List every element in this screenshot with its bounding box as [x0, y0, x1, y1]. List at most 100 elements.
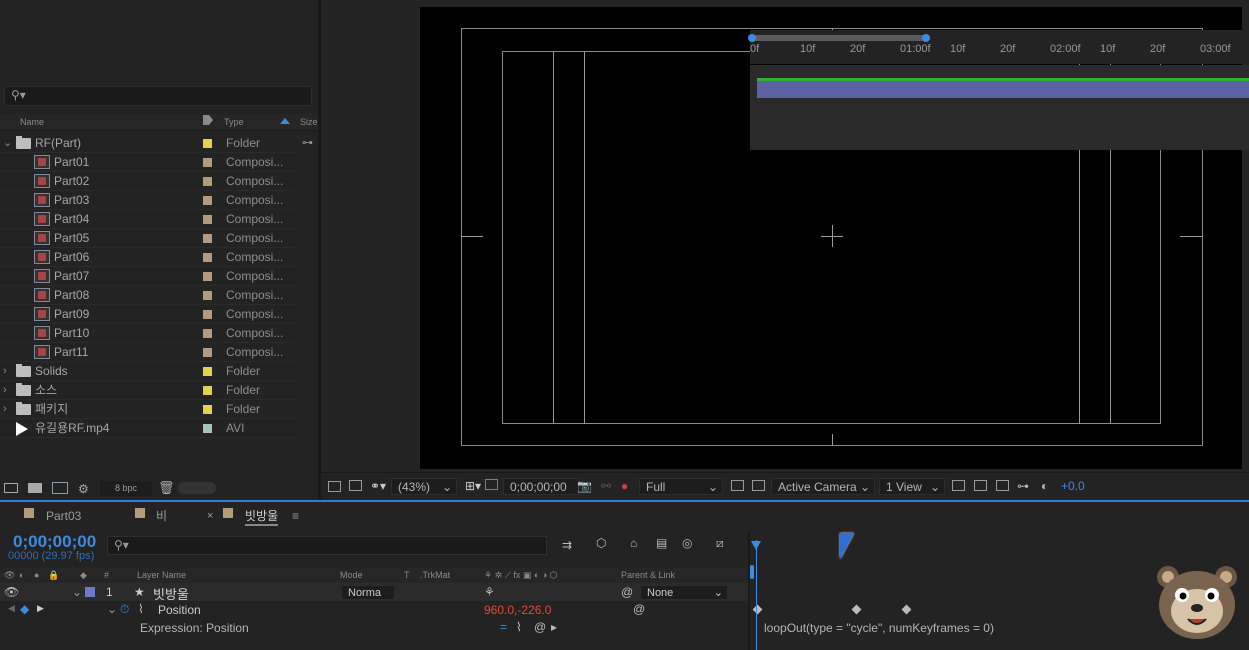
expand-chevron-icon[interactable]: ⌄ — [72, 585, 82, 599]
tab-part03[interactable]: Part03 — [46, 506, 81, 526]
chevron-right-icon[interactable]: › — [3, 400, 7, 419]
chevron-right-icon[interactable]: › — [3, 381, 7, 400]
project-item[interactable]: Part02 Composi... — [0, 172, 298, 191]
column-trkmat[interactable]: .TrkMat — [420, 567, 450, 583]
show-snapshot-icon[interactable]: ⚯ — [601, 478, 611, 495]
thumbnail-slider[interactable] — [178, 482, 216, 494]
label-tag-icon[interactable]: ◆ — [80, 567, 87, 583]
graph-icon[interactable]: ⌇ — [138, 602, 144, 616]
lock-icon[interactable]: 🔒 — [48, 567, 59, 583]
timeline-icon[interactable] — [996, 480, 1009, 491]
eye-icon[interactable]: 👁 — [4, 567, 15, 583]
fast-previews-icon[interactable] — [731, 480, 744, 491]
layer-row[interactable]: 👁 ⌄ 1 ★ 빗방울 Norma ⚘ @ None ⌄ — [0, 583, 748, 602]
project-item[interactable]: 유길용RF.mp4 AVI — [0, 419, 298, 438]
project-item[interactable]: › 소스 Folder — [0, 381, 298, 400]
label-color-swatch[interactable] — [203, 158, 212, 167]
interpret-footage-icon[interactable] — [4, 483, 18, 493]
fast-draft-icon[interactable] — [974, 480, 987, 491]
solo-icon[interactable]: ● — [34, 567, 39, 583]
monitor-icon[interactable] — [349, 480, 362, 491]
label-color-swatch[interactable] — [203, 253, 212, 262]
project-item[interactable]: Part11 Composi... — [0, 343, 298, 362]
tag-icon[interactable] — [203, 115, 213, 125]
column-layer-name[interactable]: Layer Name — [137, 567, 186, 583]
label-color-swatch[interactable] — [203, 234, 212, 243]
project-item[interactable]: Part06 Composi... — [0, 248, 298, 267]
project-item[interactable]: ⌄ RF(Part) Folder — [0, 134, 298, 153]
mask-icon[interactable]: ⚭▾ — [370, 478, 386, 495]
label-color-swatch[interactable] — [203, 386, 212, 395]
motion-blur-icon[interactable]: ◎ — [682, 536, 692, 550]
stopwatch-icon[interactable]: ⏱ — [120, 602, 129, 617]
timeline-split[interactable] — [748, 532, 750, 650]
project-search-input[interactable]: ⚲▾ — [4, 86, 312, 106]
project-item[interactable]: Part08 Composi... — [0, 286, 298, 305]
label-color-swatch[interactable] — [203, 310, 212, 319]
frame-blending-icon[interactable]: ▤ — [656, 536, 667, 550]
label-color-swatch[interactable] — [203, 177, 212, 186]
timeline-search-input[interactable]: ⚲▾ — [107, 536, 547, 555]
project-item[interactable]: Part10 Composi... — [0, 324, 298, 343]
in-marker[interactable] — [750, 565, 754, 579]
collapse-switch-icon[interactable]: ⚘ — [484, 585, 495, 599]
label-color-swatch[interactable] — [203, 139, 212, 148]
label-color-swatch[interactable] — [203, 424, 212, 433]
tab-rain[interactable]: 비 — [156, 506, 167, 526]
label-color-swatch[interactable] — [203, 348, 212, 357]
parent-pickwhip-icon[interactable]: @ — [621, 585, 633, 599]
timeline-timecode[interactable]: 0;00;00;00 — [13, 532, 96, 552]
parent-dropdown[interactable]: None ⌄ — [640, 585, 728, 600]
playhead-handle[interactable] — [751, 541, 761, 550]
hide-shy-layers-icon[interactable]: ⌂ — [630, 536, 637, 550]
bpc-button[interactable]: 8 bpc — [100, 481, 152, 496]
new-composition-icon[interactable] — [52, 482, 68, 494]
work-area-bar[interactable] — [748, 34, 930, 42]
label-color-swatch[interactable] — [203, 291, 212, 300]
prev-keyframe-icon[interactable]: ◀ — [8, 603, 15, 614]
project-item[interactable]: Part01 Composi... — [0, 153, 298, 172]
next-keyframe-icon[interactable]: ▶ — [37, 603, 44, 614]
blend-mode-dropdown[interactable]: Norma — [341, 585, 395, 600]
label-color-swatch[interactable] — [203, 272, 212, 281]
column-name[interactable]: Name — [20, 117, 44, 127]
region-of-interest-icon[interactable] — [485, 479, 498, 490]
chevron-right-icon[interactable]: › — [3, 362, 7, 381]
tab-menu-icon[interactable]: ≡ — [292, 506, 299, 526]
expression-enable-icon[interactable]: = — [500, 620, 507, 634]
reset-exposure-icon[interactable]: ◐ — [1041, 478, 1048, 495]
playhead[interactable] — [756, 540, 757, 650]
channel-icon[interactable]: ● — [621, 478, 628, 495]
expand-chevron-icon[interactable]: ⌄ — [107, 602, 117, 616]
expression-graph-icon[interactable]: ⌇ — [516, 620, 522, 634]
expression-code[interactable]: loopOut(type = "cycle", numKeyframes = 0… — [764, 621, 994, 635]
composition-mini-flowchart-icon[interactable]: ⇉ — [562, 538, 572, 552]
label-color-swatch[interactable] — [203, 196, 212, 205]
expression-language-menu-icon[interactable]: ▸ — [551, 620, 557, 634]
graph-editor-icon[interactable]: ⧄ — [716, 536, 724, 551]
sort-ascending-icon[interactable] — [280, 118, 290, 124]
label-color-swatch[interactable] — [203, 367, 212, 376]
flowchart-icon[interactable]: ⊶ — [1017, 478, 1029, 495]
snapshot-icon[interactable]: 📷 — [577, 478, 592, 495]
project-item[interactable]: Part04 Composi... — [0, 210, 298, 229]
close-tab-icon[interactable]: × — [207, 506, 213, 526]
transparency-grid-icon[interactable] — [752, 480, 765, 491]
label-color-swatch[interactable] — [203, 329, 212, 338]
layer-label-color[interactable] — [85, 587, 95, 597]
project-item[interactable]: › 패키지 Folder — [0, 400, 298, 419]
camera-dropdown[interactable]: Active Camera ⌄ — [771, 478, 875, 495]
label-color-swatch[interactable] — [203, 215, 212, 224]
current-time-field[interactable]: 0;00;00;00 — [503, 478, 579, 495]
column-type[interactable]: Type — [224, 117, 244, 127]
keyframe-indicator-icon[interactable]: ◆ — [20, 602, 29, 616]
view-layout-dropdown[interactable]: 1 View ⌄ — [879, 478, 945, 495]
zoom-dropdown[interactable]: (43%) ⌄ — [391, 478, 457, 495]
new-folder-icon[interactable] — [28, 483, 42, 493]
flowchart-icon[interactable]: ⊶ — [302, 136, 313, 149]
visibility-eye-icon[interactable]: 👁 — [4, 585, 19, 599]
work-area-start-handle[interactable] — [748, 34, 756, 42]
layer-duration-bar[interactable] — [757, 81, 1249, 98]
trash-icon[interactable]: 🗑 — [158, 480, 175, 496]
chevron-down-icon[interactable]: ⌄ — [3, 134, 12, 153]
